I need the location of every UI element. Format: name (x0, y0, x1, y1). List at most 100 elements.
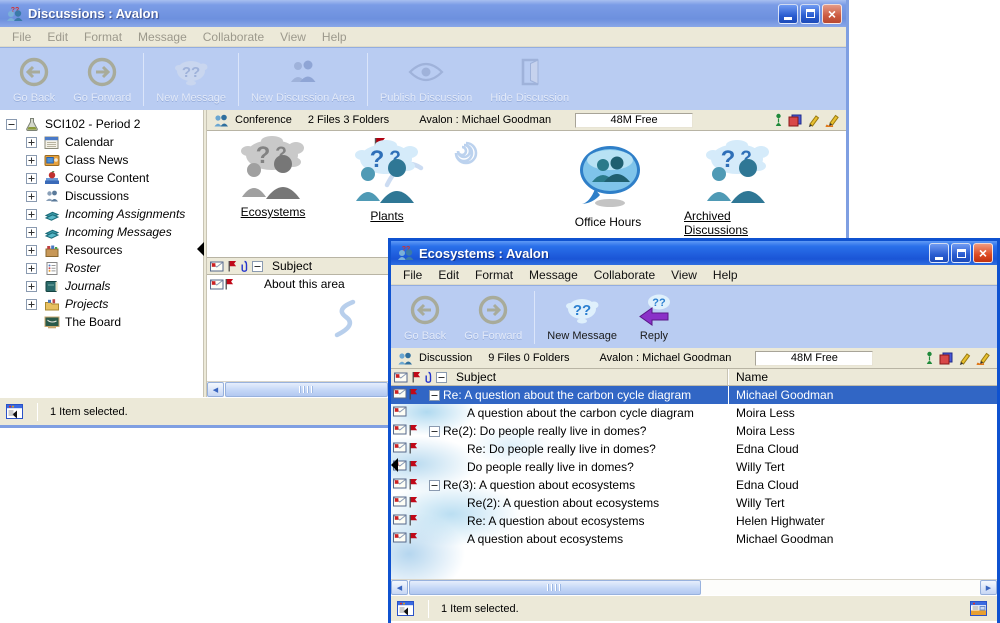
tree-item-class-news[interactable]: Class News (0, 151, 203, 169)
menu-view[interactable]: View (663, 266, 705, 284)
collapse-icon[interactable] (429, 390, 440, 401)
toolbar-go-back-button[interactable]: Go Back (4, 51, 64, 108)
expand-icon[interactable] (26, 263, 37, 274)
menu-format[interactable]: Format (76, 28, 130, 46)
envelope-icon (393, 514, 407, 528)
toggle-panel-icon[interactable] (6, 404, 23, 419)
menu-message[interactable]: Message (521, 266, 586, 284)
scroll-left-arrow[interactable]: ◀ (391, 580, 408, 595)
close-button[interactable]: × (822, 4, 842, 24)
message-icons (391, 406, 419, 420)
menu-file[interactable]: File (395, 266, 430, 284)
tree-item-projects[interactable]: Projects (0, 295, 203, 313)
envelope-icon (393, 424, 407, 438)
horizontal-scrollbar[interactable]: ◀ ▶ (391, 579, 997, 595)
tree-item-incoming-messages[interactable]: Incoming Messages (0, 223, 203, 241)
collapse-all-icon[interactable] (436, 372, 447, 383)
expand-icon[interactable] (26, 281, 37, 292)
collapse-icon[interactable] (429, 426, 440, 437)
toolbar-reply-button[interactable]: ??Reply (626, 289, 682, 346)
scrollbar-thumb[interactable] (225, 382, 388, 397)
menu-collaborate[interactable]: Collaborate (195, 28, 272, 46)
collapse-pane-arrow[interactable] (391, 458, 398, 472)
tree-item-resources[interactable]: Resources (0, 241, 203, 259)
tree-item-label: Resources (65, 243, 122, 257)
tree-item-discussions[interactable]: Discussions (0, 187, 203, 205)
toolbar-new-message-button[interactable]: ??New Message (147, 51, 235, 108)
collapse-pane-arrow[interactable] (197, 242, 204, 256)
menu-help[interactable]: Help (314, 28, 355, 46)
tree-item-the-board[interactable]: The Board (0, 313, 203, 331)
scroll-left-arrow[interactable]: ◀ (207, 382, 224, 397)
collapse-icon[interactable] (6, 119, 17, 130)
list-column-header[interactable]: Subject Name (391, 369, 997, 386)
message-row[interactable]: Re(2): Do people really live in domes?Mo… (391, 422, 997, 440)
expand-icon[interactable] (26, 155, 37, 166)
toolbar-go-forward-button[interactable]: Go Forward (64, 51, 140, 108)
expand-icon[interactable] (26, 299, 37, 310)
message-row[interactable]: Re: A question about the carbon cycle di… (391, 386, 997, 404)
maximize-button[interactable] (951, 243, 971, 263)
toolbar-publish-discussion-button[interactable]: Publish Discussion (371, 51, 481, 108)
message-row[interactable]: Re: A question about ecosystemsHelen Hig… (391, 512, 997, 530)
conference-item-ecosystems[interactable]: ??Ecosystems (235, 135, 311, 219)
message-subject: A question about the carbon cycle diagra… (467, 406, 694, 420)
tree-root[interactable]: SCI102 - Period 2 (0, 115, 203, 133)
close-button[interactable]: × (973, 243, 993, 263)
message-row[interactable]: A question about ecosystemsMichael Goodm… (391, 530, 997, 548)
view-options-icon[interactable] (970, 601, 987, 616)
message-row[interactable]: Do people really live in domes?Willy Ter… (391, 458, 997, 476)
window-icon: ?? (6, 6, 23, 22)
titlebar-discussions[interactable]: ?? Discussions : Avalon × (0, 0, 846, 27)
toolbar-hide-discussion-button[interactable]: Hide Discussion (481, 51, 578, 108)
minimize-button[interactable] (778, 4, 798, 24)
toggle-panel-icon[interactable] (397, 601, 414, 616)
tree-item-calendar[interactable]: Calendar (0, 133, 203, 151)
name-column-label: Name (728, 369, 768, 385)
toolbar-new-message-button[interactable]: ??New Message (538, 289, 626, 346)
message-row[interactable]: Re(3): A question about ecosystemsEdna C… (391, 476, 997, 494)
menu-view[interactable]: View (272, 28, 314, 46)
scrollbar-thumb[interactable] (409, 580, 701, 595)
discussion-people-icon: ?? (235, 135, 311, 204)
envelope-icon (393, 388, 407, 402)
minimize-button[interactable] (929, 243, 949, 263)
scroll-right-arrow[interactable]: ▶ (980, 580, 997, 595)
tree-item-incoming-assignments[interactable]: Incoming Assignments (0, 205, 203, 223)
tree-item-course-content[interactable]: Course Content (0, 169, 203, 187)
expand-icon[interactable] (26, 191, 37, 202)
menu-collaborate[interactable]: Collaborate (586, 266, 663, 284)
toolbar-go-forward-button[interactable]: Go Forward (455, 289, 531, 346)
message-author: Michael Goodman (728, 530, 833, 548)
collapse-icon[interactable] (429, 480, 440, 491)
conference-item-office-hours[interactable]: Office Hours (568, 143, 648, 229)
toolbar-new-discussion-area-button[interactable]: New Discussion Area (242, 51, 364, 108)
layers-icon (939, 352, 953, 365)
expand-icon[interactable] (26, 173, 37, 184)
expand-icon[interactable] (26, 137, 37, 148)
menu-edit[interactable]: Edit (39, 28, 76, 46)
tree-item-journals[interactable]: Journals (0, 277, 203, 295)
message-row[interactable]: Re(2): A question about ecosystemsWilly … (391, 494, 997, 512)
conference-item-archived-discussions[interactable]: ??Archived Discussions (684, 139, 792, 237)
message-subject: Re: A question about the carbon cycle di… (443, 388, 691, 402)
svg-text:??: ?? (573, 302, 591, 319)
collapse-all-icon[interactable] (252, 261, 263, 272)
menu-format[interactable]: Format (467, 266, 521, 284)
toolbar-go-back-button[interactable]: Go Back (395, 289, 455, 346)
titlebar-ecosystems[interactable]: ?? Ecosystems : Avalon × (391, 241, 997, 265)
maximize-button[interactable] (800, 4, 820, 24)
message-row[interactable]: Re: Do people really live in domes?Edna … (391, 440, 997, 458)
menu-file[interactable]: File (4, 28, 39, 46)
conference-item-plants[interactable]: ??Plants (349, 139, 425, 223)
menu-edit[interactable]: Edit (430, 266, 467, 284)
message-row[interactable]: A question about the carbon cycle diagra… (391, 404, 997, 422)
expand-icon[interactable] (26, 245, 37, 256)
expand-icon[interactable] (26, 209, 37, 220)
free-space-indicator: 48M Free (575, 113, 693, 128)
menu-message[interactable]: Message (130, 28, 195, 46)
menu-help[interactable]: Help (705, 266, 746, 284)
expand-icon[interactable] (26, 227, 37, 238)
tree-item-roster[interactable]: Roster (0, 259, 203, 277)
go-back-label: Go Back (404, 330, 446, 342)
